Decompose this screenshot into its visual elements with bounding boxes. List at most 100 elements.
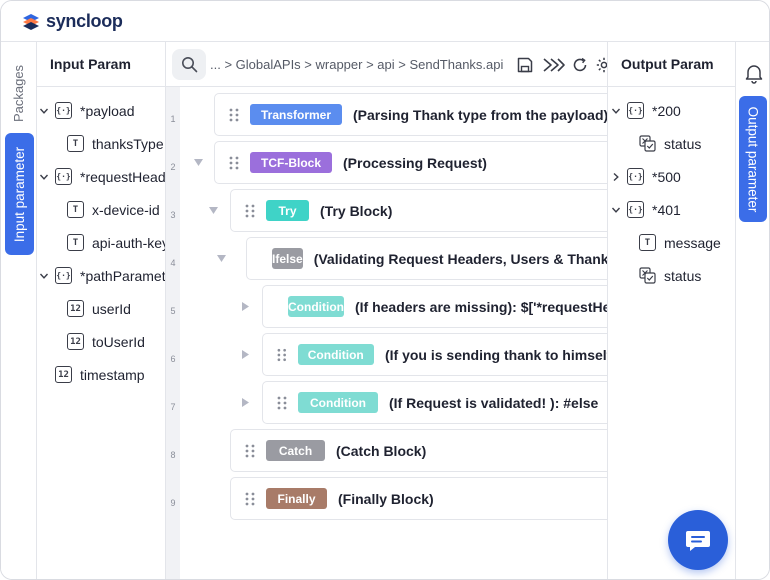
step-type-chip: Ifelse xyxy=(272,248,303,269)
drag-handle-icon[interactable] xyxy=(277,348,287,362)
chevron-down-icon[interactable] xyxy=(37,269,51,283)
flow-step-tcf-block[interactable]: TCF-Block (Processing Request) xyxy=(214,141,607,184)
expand-triangle-icon[interactable] xyxy=(241,397,250,408)
tree-item-label: api-auth-key xyxy=(92,234,166,251)
search-button[interactable] xyxy=(172,49,206,80)
settings-button[interactable] xyxy=(594,55,607,75)
tree-item-label: *pathParameters xyxy=(80,267,166,284)
save-button[interactable] xyxy=(515,55,535,75)
tree-item-500[interactable]: {·} *500 xyxy=(609,160,681,193)
step-label: (Catch Block) xyxy=(336,442,427,459)
tree-item-pathparameters[interactable]: {·} *pathParameters xyxy=(37,259,166,292)
tree-item-payload[interactable]: {·} *payload xyxy=(37,94,135,127)
tree-item-401[interactable]: {·} *401 xyxy=(609,193,681,226)
refresh-icon xyxy=(573,57,587,72)
text-type-icon: T xyxy=(67,135,84,152)
text-type-icon: T xyxy=(67,234,84,251)
tree-item-status[interactable]: status xyxy=(639,259,701,292)
chat-icon xyxy=(686,531,710,551)
chevron-right-icon[interactable] xyxy=(609,170,623,184)
tree-item-label: toUserId xyxy=(92,333,145,350)
step-label: (Parsing Thank type from the payload) xyxy=(353,106,607,123)
step-type-chip: Condition xyxy=(298,392,378,413)
line-number: 1 xyxy=(170,114,176,124)
bell-icon[interactable] xyxy=(743,62,765,84)
step-type-chip: Try xyxy=(266,200,309,221)
expand-triangle-icon[interactable] xyxy=(241,301,250,312)
object-icon: {·} xyxy=(627,168,644,185)
collapse-triangle-icon[interactable] xyxy=(216,254,227,263)
search-icon xyxy=(181,57,197,73)
tree-item-requestheaders[interactable]: {·} *requestHeaders xyxy=(37,160,165,193)
flow-step-condition-1[interactable]: Condition (If headers are missing): $['*… xyxy=(262,285,607,328)
line-number: 8 xyxy=(170,450,176,460)
step-type-chip: Condition xyxy=(288,296,344,317)
step-label: (Try Block) xyxy=(320,202,393,219)
drag-handle-icon[interactable] xyxy=(245,204,255,218)
chat-button[interactable] xyxy=(668,510,728,570)
brand-name: syncloop xyxy=(46,11,123,31)
tab-packages-label: Packages xyxy=(11,64,27,122)
flow-step-ifelse[interactable]: Ifelse (Validating Request Headers, User… xyxy=(246,237,607,280)
refresh-button[interactable] xyxy=(570,55,590,75)
flow-editor: 1 2 3 4 5 6 7 8 9 Transformer (Parsing T… xyxy=(166,87,607,579)
tree-item-label: message xyxy=(664,234,721,251)
flow-step-condition-2[interactable]: Condition (If you is sending thank to hi… xyxy=(262,333,607,376)
tree-item-api-auth-key[interactable]: T api-auth-key xyxy=(67,226,166,259)
editor-toolbar: ... > GlobalAPIs > wrapper > api > SendT… xyxy=(166,42,607,87)
tree-item-thankstype[interactable]: T thanksType xyxy=(67,127,164,160)
run-icon xyxy=(543,58,565,72)
line-number: 4 xyxy=(170,258,176,268)
tab-output-parameter-label: Output parameter xyxy=(745,106,761,212)
tab-packages[interactable]: Packages xyxy=(5,60,33,126)
drag-handle-icon[interactable] xyxy=(245,492,255,506)
collapse-triangle-icon[interactable] xyxy=(193,158,204,167)
tree-item-label: thanksType xyxy=(92,135,164,152)
tree-item-label: status xyxy=(664,135,702,152)
drag-handle-icon[interactable] xyxy=(245,444,255,458)
tree-item-x-device-id[interactable]: T x-device-id xyxy=(67,193,160,226)
flow-step-transformer[interactable]: Transformer (Parsing Thank type from the… xyxy=(214,93,607,136)
drag-handle-icon[interactable] xyxy=(277,396,287,410)
collapse-triangle-icon[interactable] xyxy=(208,206,219,215)
settings-icon xyxy=(596,57,607,73)
text-type-icon: T xyxy=(67,201,84,218)
run-button[interactable] xyxy=(542,55,566,75)
tree-item-timestamp[interactable]: 12 timestamp xyxy=(55,358,145,391)
chevron-down-icon[interactable] xyxy=(37,170,51,184)
chevron-down-icon[interactable] xyxy=(37,104,51,118)
flow-step-try[interactable]: Try (Try Block) xyxy=(230,189,607,232)
status-type-icon xyxy=(639,267,656,284)
step-label: (Validating Request Headers, Users & Tha… xyxy=(313,250,607,267)
tree-item-label: *payload xyxy=(80,102,135,119)
expand-triangle-icon[interactable] xyxy=(241,349,250,360)
tree-item-userid[interactable]: 12 userId xyxy=(67,292,131,325)
flow-step-finally[interactable]: Finally (Finally Block) xyxy=(230,477,607,520)
tree-item-label: status xyxy=(664,267,702,284)
drag-handle-icon[interactable] xyxy=(229,108,239,122)
syncloop-logo-icon xyxy=(23,13,39,30)
flow-step-condition-3[interactable]: Condition (If Request is validated! ): #… xyxy=(262,381,607,424)
object-icon: {·} xyxy=(55,267,72,284)
chevron-down-icon[interactable] xyxy=(609,104,623,118)
input-param-panel: Input Param {·} *payload T thanksType {·… xyxy=(37,42,166,579)
drag-handle-icon[interactable] xyxy=(229,156,239,170)
tab-input-parameter[interactable]: Input parameter xyxy=(5,133,34,255)
tree-item-message[interactable]: T message xyxy=(639,226,721,259)
chevron-down-icon[interactable] xyxy=(609,203,623,217)
output-param-panel: Output Param {·} *200 status {·} *500 {·… xyxy=(607,42,736,579)
step-type-chip: TCF-Block xyxy=(250,152,332,173)
tab-output-parameter[interactable]: Output parameter xyxy=(739,96,767,222)
tree-item-label: *200 xyxy=(652,102,681,119)
tree-item-200[interactable]: {·} *200 xyxy=(609,94,681,127)
object-icon: {·} xyxy=(55,102,72,119)
tree-item-status[interactable]: status xyxy=(639,127,701,160)
save-icon xyxy=(517,57,533,73)
line-gutter: 1 2 3 4 5 6 7 8 9 xyxy=(166,87,180,579)
status-type-icon xyxy=(639,135,656,152)
step-type-chip: Transformer xyxy=(250,104,342,125)
flow-step-catch[interactable]: Catch (Catch Block) xyxy=(230,429,607,472)
tree-item-touserid[interactable]: 12 toUserId xyxy=(67,325,145,358)
step-label: (If Request is validated! ): #else xyxy=(389,394,599,411)
breadcrumb[interactable]: ... > GlobalAPIs > wrapper > api > SendT… xyxy=(210,57,503,72)
